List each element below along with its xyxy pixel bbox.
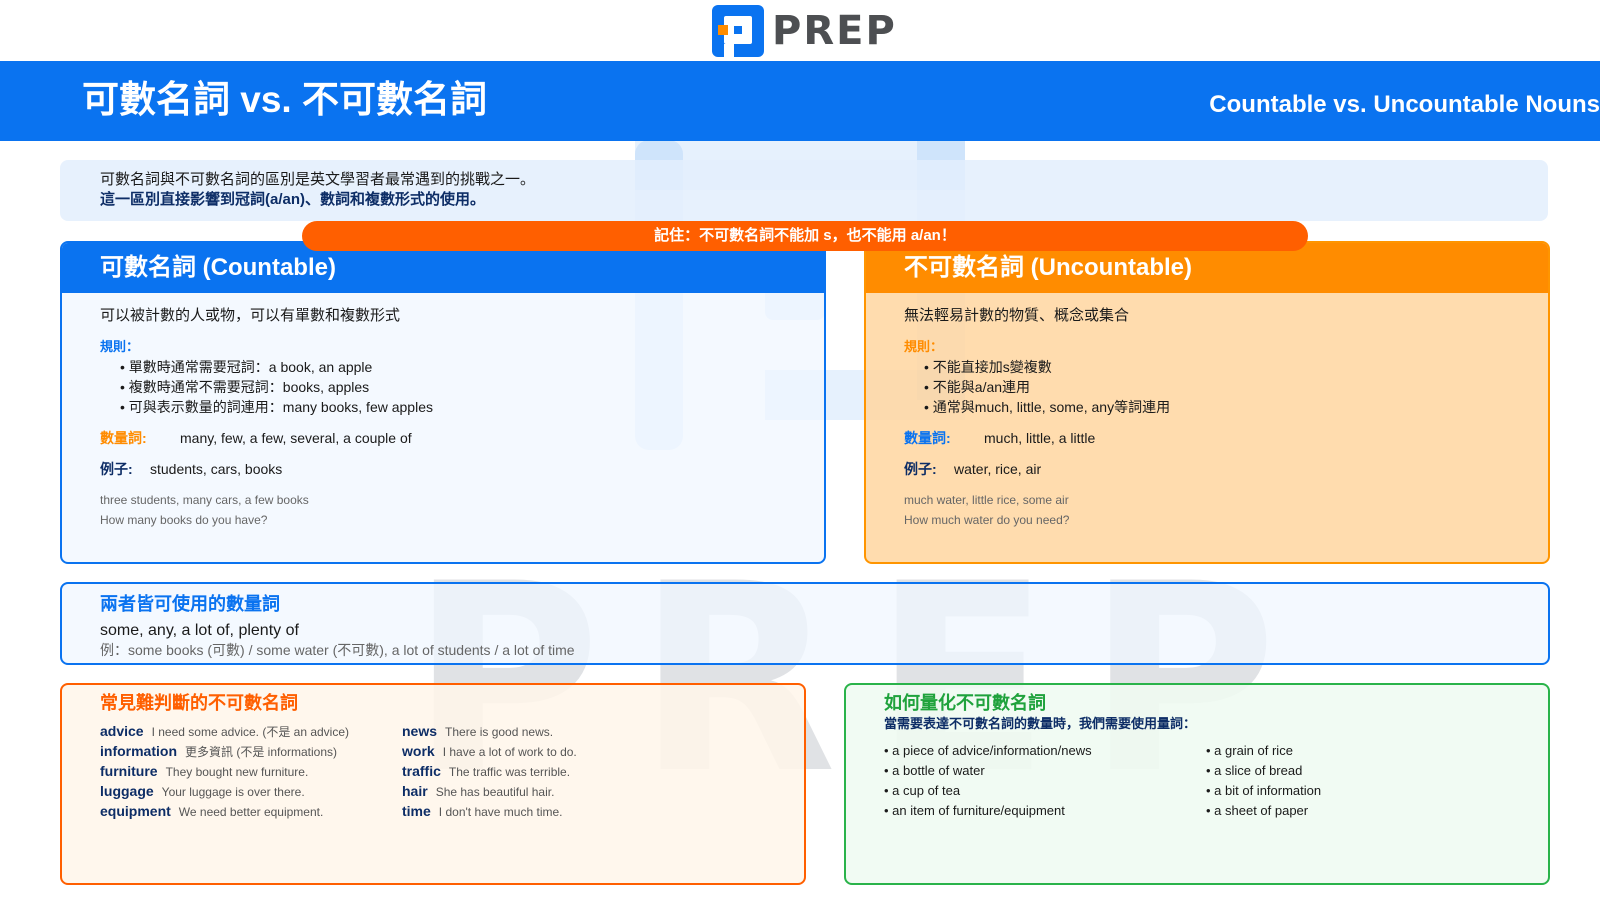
noun-word: time <box>402 803 431 819</box>
noun-example: She has beautiful hair. <box>435 785 555 799</box>
noun-example: I have a lot of work to do. <box>442 745 577 759</box>
prep-logo-text: PREP <box>772 8 897 54</box>
list-item: information 更多資訊 (不是 informations) <box>100 741 349 761</box>
quantify-title: 如何量化不可數名詞 <box>884 693 1046 713</box>
noun-example: There is good news. <box>445 725 554 739</box>
uncountable-sample-2: How much water do you need? <box>904 513 1070 527</box>
list-item: • a slice of bread <box>1206 763 1303 778</box>
list-item: • a grain of rice <box>1206 743 1293 758</box>
quantify-box: 如何量化不可數名詞 當需要表達不可數名詞的數量時，我們需要使用量詞： • a p… <box>844 683 1550 885</box>
countable-card: 可數名詞 (Countable) 可以被計數的人或物，可以有單數和複數形式 規則… <box>60 241 826 564</box>
prep-logo: PREP <box>712 5 897 57</box>
list-item: furniture They bought new furniture. <box>100 761 349 781</box>
page-title: 可數名詞 vs. 不可數名詞 <box>82 79 487 120</box>
noun-word: information <box>100 743 177 759</box>
list-item: • a bit of information <box>1206 783 1322 798</box>
intro-line-2: 這一區別直接影響到冠詞(a/an)、數詞和複數形式的使用。 <box>100 191 486 208</box>
countable-examples: students, cars, books <box>150 461 283 477</box>
countable-sample-2: How many books do you have? <box>100 513 268 527</box>
intro-line-1: 可數名詞與不可數名詞的區別是英文學習者最常遇到的挑戰之一。 <box>100 171 536 188</box>
both-title: 兩者皆可使用的數量詞 <box>100 594 280 614</box>
intro-box: 可數名詞與不可數名詞的區別是英文學習者最常遇到的挑戰之一。 這一區別直接影響到冠… <box>60 160 1548 221</box>
common-title: 常見難判斷的不可數名詞 <box>100 693 298 713</box>
both-example: 例：some books (可數) / some water (不可數), a … <box>100 642 575 658</box>
list-item: • 單數時通常需要冠詞：a book, an apple <box>120 359 373 375</box>
countable-sample-1: three students, many cars, a few books <box>100 493 309 507</box>
noun-word: news <box>402 723 438 739</box>
noun-word: work <box>402 743 435 759</box>
list-item: • 不能與a/an連用 <box>924 379 1031 395</box>
noun-example: We need better equipment. <box>178 805 324 819</box>
list-item: • an item of furniture/equipment <box>884 803 1065 818</box>
page-subtitle: Countable vs. Uncountable Nouns <box>1209 91 1600 118</box>
noun-word: hair <box>402 783 428 799</box>
quantify-right-list: • a grain of rice • a slice of bread • a… <box>1206 741 1321 821</box>
uncountable-description: 無法輕易計數的物質、概念或集合 <box>904 307 1130 324</box>
noun-word: furniture <box>100 763 158 779</box>
list-item: news There is good news. <box>402 721 577 741</box>
list-item: • a piece of advice/information/news <box>884 743 1092 758</box>
countable-examples-label: 例子: <box>100 461 133 477</box>
noun-word: equipment <box>100 803 171 819</box>
uncountable-sample-1: much water, little rice, some air <box>904 493 1069 507</box>
uncountable-examples-label: 例子: <box>904 461 937 477</box>
list-item: • a bottle of water <box>884 763 985 778</box>
common-left-column: advice I need some advice. (不是 an advice)… <box>100 721 349 821</box>
list-item: hair She has beautiful hair. <box>402 781 577 801</box>
prep-logo-icon <box>712 5 764 57</box>
reminder-pill: 記住：不可數名詞不能加 s，也不能用 a/an！ <box>302 221 1308 251</box>
header-banner: 可數名詞 vs. 不可數名詞 Countable vs. Uncountable… <box>0 61 1600 141</box>
quantify-left-list: • a piece of advice/information/news • a… <box>884 741 1092 821</box>
list-item: • a sheet of paper <box>1206 803 1309 818</box>
uncountable-quantifier-label: 數量詞: <box>904 430 951 446</box>
list-item: work I have a lot of work to do. <box>402 741 577 761</box>
countable-quantifier-label: 數量詞: <box>100 430 147 446</box>
common-right-column: news There is good news. work I have a lot… <box>402 721 577 821</box>
noun-word: advice <box>100 723 144 739</box>
countable-rules-list: • 單數時通常需要冠詞：a book, an apple • 複數時通常不需要冠… <box>120 357 433 417</box>
noun-example: The traffic was terrible. <box>448 765 571 779</box>
countable-description: 可以被計數的人或物，可以有單數和複數形式 <box>100 307 401 324</box>
list-item: • 可與表示數量的詞連用：many books, few apples <box>120 399 433 415</box>
list-item: • a cup of tea <box>884 783 961 798</box>
noun-word: traffic <box>402 763 441 779</box>
list-item: • 複數時通常不需要冠詞：books, apples <box>120 379 370 395</box>
list-item: • 不能直接加s變複數 <box>924 359 1052 375</box>
both-quantifiers-box: 兩者皆可使用的數量詞 some, any, a lot of, plenty o… <box>60 582 1550 665</box>
list-item: luggage Your luggage is over there. <box>100 781 349 801</box>
list-item: advice I need some advice. (不是 an advice) <box>100 721 349 741</box>
noun-example: I need some advice. (不是 an advice) <box>151 725 350 739</box>
noun-example: They bought new furniture. <box>165 765 309 779</box>
quantify-subtitle: 當需要表達不可數名詞的數量時，我們需要使用量詞： <box>884 716 1197 731</box>
noun-example: I don't have much time. <box>438 805 563 819</box>
list-item: time I don't have much time. <box>402 801 577 821</box>
list-item: equipment We need better equipment. <box>100 801 349 821</box>
uncountable-rules-label: 規則： <box>904 339 944 354</box>
countable-rules-label: 規則： <box>100 339 140 354</box>
countable-quantifiers: many, few, a few, several, a couple of <box>180 430 412 446</box>
uncountable-examples: water, rice, air <box>954 461 1042 477</box>
uncountable-rules-list: • 不能直接加s變複數 • 不能與a/an連用 • 通常與much, littl… <box>924 357 1170 417</box>
noun-word: luggage <box>100 783 154 799</box>
common-uncountables-box: 常見難判斷的不可數名詞 advice I need some advice. (不… <box>60 683 806 885</box>
list-item: • 通常與much, little, some, any等詞連用 <box>924 399 1171 415</box>
uncountable-quantifiers: much, little, a little <box>984 430 1096 446</box>
list-item: traffic The traffic was terrible. <box>402 761 577 781</box>
noun-example: Your luggage is over there. <box>161 785 305 799</box>
both-words: some, any, a lot of, plenty of <box>100 622 299 639</box>
uncountable-card: 不可數名詞 (Uncountable) 無法輕易計數的物質、概念或集合 規則： … <box>864 241 1550 564</box>
noun-example: 更多資訊 (不是 informations) <box>185 745 338 759</box>
